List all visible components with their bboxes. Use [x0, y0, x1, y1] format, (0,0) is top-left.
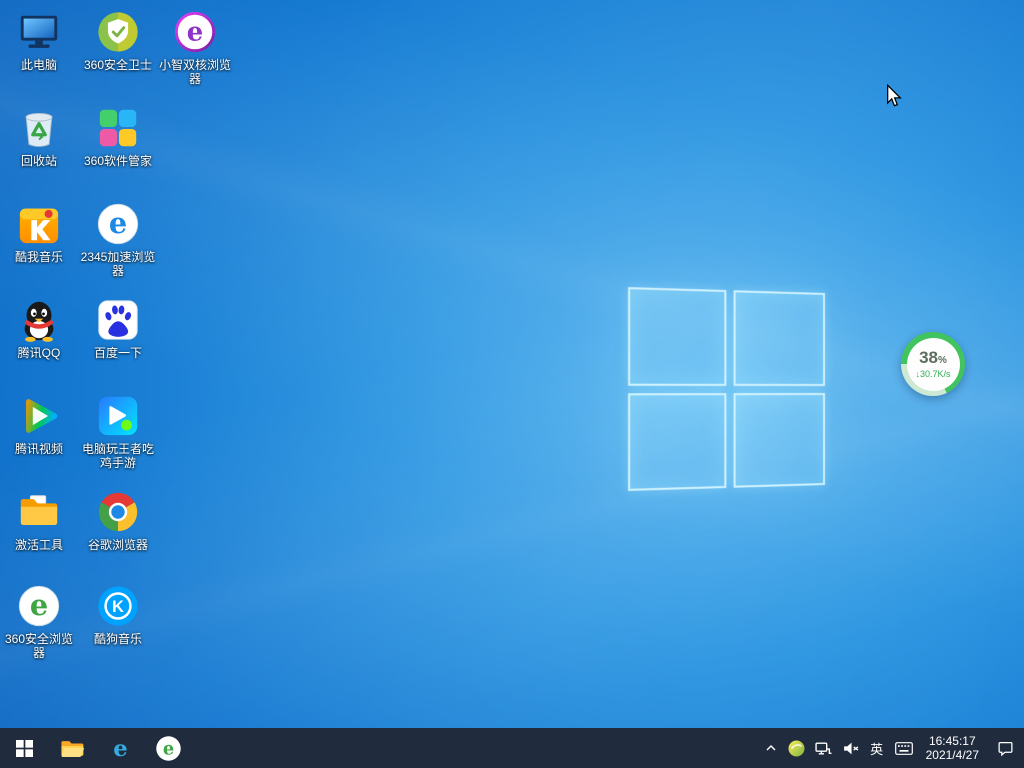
- desktop-icon-label: 360安全卫士: [79, 58, 157, 72]
- mobile-game-emulator-icon: [94, 392, 142, 440]
- activation-tool-icon: [15, 488, 63, 536]
- 360-browser-button[interactable]: e: [144, 728, 192, 768]
- 360-software-manager-icon: [94, 104, 142, 152]
- svg-text:e: e: [109, 206, 127, 240]
- svg-text:e: e: [113, 736, 127, 762]
- touch-keyboard-icon: [895, 742, 913, 755]
- this-pc-icon: [15, 8, 63, 56]
- desktop-icon-tencent-video[interactable]: 腾讯视频: [0, 392, 78, 456]
- desktop-icon-label: 谷歌浏览器: [79, 538, 157, 552]
- desktop-icon-label: 酷狗音乐: [79, 632, 157, 646]
- windows-logo-pane: [733, 393, 825, 488]
- system-tray: 英 16:45:17 2021/4/27: [759, 728, 1024, 768]
- network-icon: [815, 740, 832, 757]
- desktop-icon-recycle-bin[interactable]: 回收站: [0, 104, 78, 168]
- 360-secure-browser-icon: e: [15, 582, 63, 630]
- xiaozhi-dual-core-browser-icon: e: [171, 8, 219, 56]
- 2345-browser-icon: e: [94, 200, 142, 248]
- network-speed-widget[interactable]: 38% ↓30.7K/s: [901, 332, 965, 396]
- tray-clock[interactable]: 16:45:17 2021/4/27: [918, 728, 987, 768]
- svg-text:e: e: [30, 588, 48, 622]
- desktop-icon-label: 此电脑: [0, 58, 78, 72]
- desktop-icon-label: 腾讯QQ: [0, 346, 78, 360]
- network-speed-widget-face: 38% ↓30.7K/s: [907, 338, 960, 391]
- desktop-icon-360-safety-guard[interactable]: 360安全卫士: [79, 8, 157, 72]
- windows-logo-wallpaper: [628, 287, 825, 491]
- svg-text:K: K: [112, 598, 124, 616]
- desktop-icon-360-software-manager[interactable]: 360软件管家: [79, 104, 157, 168]
- desktop-icon-baidu-search[interactable]: 百度一下: [79, 296, 157, 360]
- windows-logo-pane: [628, 393, 726, 491]
- desktop-icon-label: 电脑玩王者吃鸡手游: [79, 442, 157, 470]
- tencent-video-icon: [15, 392, 63, 440]
- tray-touch-keyboard[interactable]: [890, 728, 918, 768]
- desktop-icon-label: 360软件管家: [79, 154, 157, 168]
- kugou-music-icon: K: [94, 582, 142, 630]
- tencent-qq-icon: [15, 296, 63, 344]
- taskbar: e e: [0, 728, 1024, 768]
- desktop-icon-google-chrome[interactable]: 谷歌浏览器: [79, 488, 157, 552]
- windows-logo-pane: [733, 290, 825, 385]
- desktop-icon-2345-browser[interactable]: e 2345加速浏览器: [79, 200, 157, 278]
- desktop-icon-label: 酷我音乐: [0, 250, 78, 264]
- desktop-icon-mobile-game-emulator[interactable]: 电脑玩王者吃鸡手游: [79, 392, 157, 470]
- desktop-icon-label: 百度一下: [79, 346, 157, 360]
- file-explorer-button[interactable]: [48, 728, 96, 768]
- kuwo-music-icon: [15, 200, 63, 248]
- edge-browser-button[interactable]: e: [96, 728, 144, 768]
- desktop-icon-activation-tool[interactable]: 激活工具: [0, 488, 78, 552]
- desktop-icon-label: 360安全浏览器: [0, 632, 78, 660]
- 360-ball-icon: [788, 740, 805, 757]
- desktop-icon-kuwo-music[interactable]: 酷我音乐: [0, 200, 78, 264]
- desktop-icon-xiaozhi-dual-core-browser[interactable]: e 小智双核浏览器: [156, 8, 234, 86]
- speaker-muted-icon: [842, 740, 859, 757]
- tray-show-hidden-icons[interactable]: [759, 728, 783, 768]
- windows-logo-pane: [628, 287, 726, 385]
- desktop-icon-label: 2345加速浏览器: [79, 250, 157, 278]
- tray-action-center[interactable]: [987, 728, 1024, 768]
- desktop-icon-360-secure-browser[interactable]: e 360安全浏览器: [0, 582, 78, 660]
- 360-safety-guard-icon: [94, 8, 142, 56]
- tray-time: 16:45:17: [929, 734, 976, 748]
- tray-network[interactable]: [810, 728, 837, 768]
- chevron-up-icon: [764, 741, 778, 755]
- svg-text:e: e: [162, 738, 173, 759]
- desktop-icon-kugou-music[interactable]: K 酷狗音乐: [79, 582, 157, 646]
- desktop-icon-label: 激活工具: [0, 538, 78, 552]
- baidu-search-icon: [94, 296, 142, 344]
- windows-logo-icon: [16, 740, 33, 757]
- desktop-icon-label: 腾讯视频: [0, 442, 78, 456]
- notification-icon: [997, 740, 1014, 757]
- start-button[interactable]: [0, 728, 48, 768]
- desktop-icon-tencent-qq[interactable]: 腾讯QQ: [0, 296, 78, 360]
- edge-browser-icon: e: [107, 735, 134, 762]
- download-speed-text: ↓30.7K/s: [915, 369, 950, 380]
- desktop-icon-label: 小智双核浏览器: [156, 58, 234, 86]
- file-explorer-icon: [59, 735, 85, 761]
- memory-usage-percent: 38%: [919, 349, 947, 369]
- svg-text:e: e: [187, 18, 203, 48]
- tray-date: 2021/4/27: [926, 748, 979, 762]
- tray-volume-muted[interactable]: [837, 728, 864, 768]
- recycle-bin-icon: [15, 104, 63, 152]
- desktop-icon-this-pc[interactable]: 此电脑: [0, 8, 78, 72]
- tray-360-ball[interactable]: [783, 728, 810, 768]
- google-chrome-icon: [94, 488, 142, 536]
- 360-browser-icon: e: [155, 735, 182, 762]
- desktop-icon-label: 回收站: [0, 154, 78, 168]
- tray-ime-indicator[interactable]: 英: [864, 728, 890, 768]
